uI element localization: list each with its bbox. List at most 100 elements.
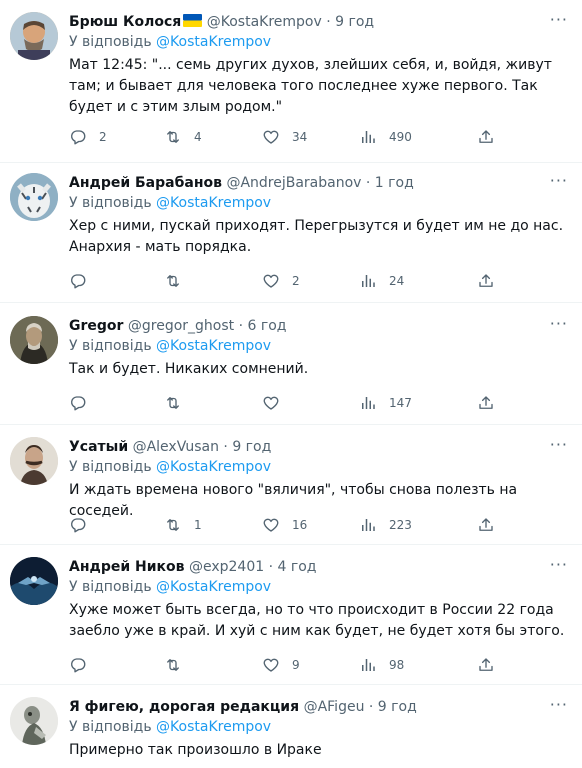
heart-icon [262, 656, 280, 674]
avatar[interactable] [10, 437, 58, 485]
like-button[interactable]: 34 [262, 127, 307, 147]
retweet-arrows-icon [164, 516, 182, 534]
reply-bubble-icon [69, 128, 87, 146]
author-name[interactable]: Я фигею, дорогая редакция [69, 699, 299, 715]
reply-mention-link[interactable]: @KostaKrempov [156, 34, 271, 50]
like-count: 34 [292, 130, 308, 144]
author-name[interactable]: Усатый [69, 439, 128, 455]
reply-context: У відповідь @KostaKrempov [69, 717, 568, 737]
reply-bubble-icon [69, 272, 87, 290]
share-upload-icon [477, 516, 495, 534]
share-upload-icon [477, 394, 495, 412]
ukraine-flag-icon [183, 14, 203, 27]
like-button[interactable] [262, 393, 292, 413]
views-button[interactable]: 24 [359, 271, 404, 291]
reply-mention-link[interactable]: @KostaKrempov [156, 719, 271, 735]
share-button[interactable] [477, 393, 495, 413]
avatar[interactable] [10, 557, 58, 605]
author-name[interactable]: Брюш Колося [69, 14, 181, 30]
timestamp[interactable]: 4 год [278, 559, 317, 575]
views-count: 490 [389, 130, 412, 144]
timestamp[interactable]: 1 год [375, 175, 414, 191]
tweet[interactable]: Брюш Колося @KostaKrempov · 9 год ··· У … [0, 0, 582, 163]
more-dots-icon[interactable]: ··· [550, 697, 568, 713]
author-handle[interactable]: @AFigeu [304, 699, 365, 715]
tweet[interactable]: Я фигею, дорогая редакция @AFigeu · 9 го… [0, 685, 582, 768]
like-button[interactable]: 16 [262, 515, 307, 535]
reply-mention-link[interactable]: @KostaKrempov [156, 579, 271, 595]
reply-prefix: У відповідь [69, 338, 152, 354]
like-count: 9 [292, 658, 300, 672]
reply-button[interactable] [69, 271, 99, 291]
reply-mention-link[interactable]: @KostaKrempov [156, 459, 271, 475]
more-dots-icon[interactable]: ··· [550, 557, 568, 573]
more-dots-icon[interactable]: ··· [550, 316, 568, 332]
separator-dot: · [368, 699, 374, 715]
separator-dot: · [326, 14, 331, 30]
more-dots-icon[interactable]: ··· [550, 12, 568, 28]
author-handle[interactable]: @AlexVusan [133, 439, 219, 455]
share-button[interactable] [477, 515, 495, 535]
separator-dot: · [268, 559, 274, 575]
share-upload-icon [477, 272, 495, 290]
author-handle[interactable]: @AndrejBarabanov [226, 175, 361, 191]
views-button[interactable]: 223 [359, 515, 412, 535]
author-handle[interactable]: @exp2401 [189, 559, 264, 575]
reply-button[interactable] [69, 515, 99, 535]
retweet-button[interactable] [164, 655, 194, 675]
share-button[interactable] [477, 655, 495, 675]
views-bar-chart-icon [359, 516, 377, 534]
retweet-arrows-icon [164, 128, 182, 146]
like-button[interactable]: 2 [262, 271, 300, 291]
views-bar-chart-icon [359, 394, 377, 412]
retweet-button[interactable] [164, 271, 194, 291]
views-button[interactable]: 98 [359, 655, 404, 675]
more-dots-icon[interactable]: ··· [550, 437, 568, 453]
author-handle[interactable]: @KostaKrempov [207, 14, 322, 30]
timestamp[interactable]: 9 год [378, 699, 417, 715]
reply-mention-link[interactable]: @KostaKrempov [156, 195, 271, 211]
reply-bubble-icon [69, 394, 87, 412]
reply-mention-link[interactable]: @KostaKrempov [156, 338, 271, 354]
share-button[interactable] [477, 127, 495, 147]
more-dots-icon[interactable]: ··· [550, 173, 568, 189]
avatar[interactable] [10, 316, 58, 364]
author-handle[interactable]: @gregor_ghost [128, 318, 234, 334]
retweet-button[interactable] [164, 393, 194, 413]
tweet[interactable]: Усатый @AlexVusan · 9 год ··· У відповід… [0, 425, 582, 545]
avatar[interactable] [10, 697, 58, 745]
tweet-header: Андрей Ников @exp2401 · 4 год ··· [69, 557, 568, 577]
views-button[interactable]: 147 [359, 393, 412, 413]
action-bar: 2 24 [69, 271, 568, 291]
action-bar: 1 16 223 [69, 515, 568, 535]
views-button[interactable]: 490 [359, 127, 412, 147]
share-button[interactable] [477, 271, 495, 291]
tweet[interactable]: Андрей Ников @exp2401 · 4 год ··· У відп… [0, 545, 582, 685]
reply-button[interactable]: 2 [69, 127, 107, 147]
retweet-arrows-icon [164, 656, 182, 674]
author-name[interactable]: Андрей Ников [69, 559, 185, 575]
views-count: 223 [389, 518, 412, 532]
timestamp[interactable]: 9 год [335, 14, 374, 30]
like-button[interactable]: 9 [262, 655, 300, 675]
reply-button[interactable] [69, 655, 99, 675]
heart-icon [262, 128, 280, 146]
tweet-header: Усатый @AlexVusan · 9 год ··· [69, 437, 568, 457]
reply-button[interactable] [69, 393, 99, 413]
separator-dot: · [365, 175, 371, 191]
author-name[interactable]: Gregor [69, 318, 123, 334]
views-count: 147 [389, 396, 412, 410]
separator-dot: · [223, 439, 228, 455]
avatar[interactable] [10, 173, 58, 221]
views-count: 24 [389, 274, 405, 288]
retweet-count: 4 [194, 130, 202, 144]
retweet-button[interactable]: 4 [164, 127, 202, 147]
tweet[interactable]: Gregor @gregor_ghost · 6 год ··· У відпо… [0, 303, 582, 425]
timestamp[interactable]: 6 год [248, 318, 287, 334]
tweet[interactable]: Андрей Барабанов @AndrejBarabanov · 1 го… [0, 163, 582, 303]
reply-context: У відповідь @KostaKrempov [69, 336, 568, 356]
retweet-button[interactable]: 1 [164, 515, 202, 535]
author-name[interactable]: Андрей Барабанов [69, 175, 222, 191]
timestamp[interactable]: 9 год [232, 439, 271, 455]
avatar[interactable] [10, 12, 58, 60]
